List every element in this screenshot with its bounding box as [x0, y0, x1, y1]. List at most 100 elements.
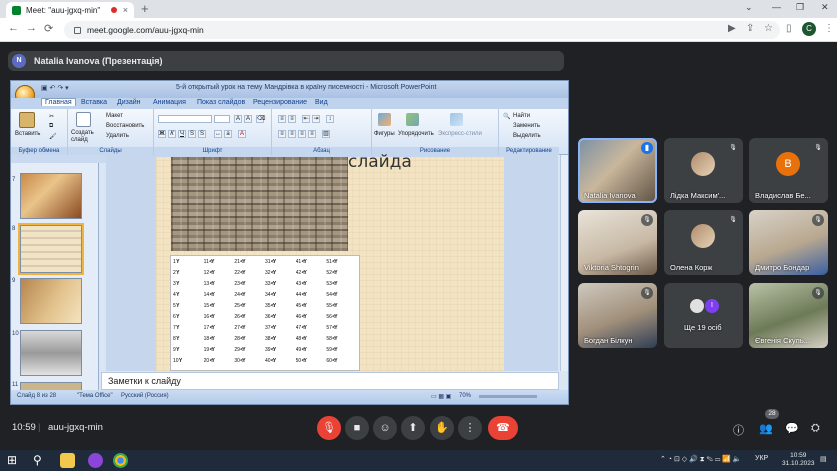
replace-label: Заменить [513, 123, 540, 129]
file-explorer-icon[interactable] [60, 453, 75, 468]
tab-close-icon[interactable]: × [123, 5, 128, 15]
cuneiform-sign-icon: <Y [331, 325, 337, 331]
restore-icon[interactable]: ❐ [796, 2, 804, 13]
number-table-cell: 17 <Y [204, 325, 235, 336]
app-icon[interactable] [88, 453, 103, 468]
new-tab-button[interactable]: + [141, 1, 149, 16]
font-color-icon: A [238, 130, 246, 138]
express-styles-label: Экспресс-стили [438, 131, 482, 137]
number-table-cell: 34 <Y [265, 292, 296, 303]
meeting-code: auu-jgxq-min [48, 422, 103, 433]
microphone-off-icon[interactable]: 🎙 [317, 416, 341, 440]
browser-tab-meet[interactable]: Meet: "auu-jgxq-min" × [6, 2, 134, 18]
taskbar-date: 31.10.2023 [782, 460, 815, 467]
notification-icon[interactable]: ▤ [820, 455, 827, 463]
cuneiform-tablet-texture [171, 157, 348, 251]
cuneiform-sign-icon: <Y [270, 270, 276, 276]
raise-hand-icon[interactable]: ✋ [430, 416, 454, 440]
ppt-title-bar: 5-й открытый урок на тему Мандрівка в кр… [11, 81, 568, 98]
number-table-cell: 32 <Y [265, 270, 296, 281]
cuneiform-sign-icon: <Y [270, 281, 276, 287]
lock-icon [74, 26, 81, 34]
slide-count: Слайд 8 из 28 [17, 393, 57, 399]
present-screen-icon[interactable]: ⬆ [401, 416, 425, 440]
cut-icon: ✂ [49, 114, 55, 120]
number-table-cell: 40 <Y [265, 358, 296, 369]
keyboard-language[interactable]: УКР [755, 455, 768, 462]
participant-tile[interactable]: ▮ Natalia Ivanova [578, 138, 657, 203]
meeting-info-icon[interactable]: ⓘ [733, 422, 744, 438]
emoji-icon[interactable]: ☺ [373, 416, 397, 440]
people-icon[interactable]: 👥 [759, 422, 773, 435]
ppt-status-bar: Слайд 8 из 28 "Тема Office" Русский (Рос… [11, 390, 568, 404]
participant-initial-avatar: B [776, 152, 800, 176]
group-editing-label: Редактирование [499, 147, 559, 155]
number-table-cell: 31 <Y [265, 259, 296, 270]
activities-icon[interactable]: ⛭ [811, 422, 820, 435]
participant-name: Владислав Бе... [755, 191, 811, 200]
zoom-level: 70% [459, 393, 472, 399]
group-editing: 🔍 Найти Заменить Выделить Редактирование [499, 109, 559, 155]
participant-name: Богдан Білкун [584, 336, 633, 345]
restore-label: Восстановить [106, 123, 145, 129]
cuneiform-sign-icon: <Y [209, 281, 215, 287]
tab-search-icon[interactable]: ⌄ [745, 2, 753, 13]
share-icon[interactable]: ⇪ [746, 23, 754, 34]
line-spacing-icon: ↕ [326, 115, 334, 123]
cuneiform-sign-icon: <Y [239, 336, 245, 342]
number-table-cell: 35 <Y [265, 303, 296, 314]
number-table-cell: 39 <Y [265, 347, 296, 358]
figures-label: Фигуры [374, 131, 395, 137]
minimize-icon[interactable]: — [772, 2, 781, 12]
participant-tile[interactable]: 🎙 Лідка Максим'... [664, 138, 743, 203]
cuneiform-sign-icon: <Y [209, 314, 215, 320]
participant-tile[interactable]: 🎙 Олена Корж [664, 210, 743, 275]
end-call-icon[interactable]: ☎ [488, 416, 518, 440]
profile-avatar[interactable]: C [802, 22, 816, 36]
taskbar-time: 10:59 [790, 452, 807, 459]
more-options-icon[interactable]: ⋮ [458, 416, 482, 440]
slides-panel: 7 8 9 10 11 [11, 163, 99, 392]
participant-tile[interactable]: I Ще 19 осіб [664, 283, 743, 348]
side-panel-icon[interactable]: ▯ [786, 23, 792, 34]
number-table-cell: 33 <Y [265, 281, 296, 292]
slide-vertical-scrollbar [560, 155, 568, 371]
back-icon[interactable]: ← [8, 22, 19, 34]
number-table-cell: 27 <Y [234, 325, 265, 336]
participant-photo-avatar [691, 152, 715, 176]
number-table-cell: 50 <Y [296, 358, 327, 369]
number-table-cell: 45 <Y [296, 303, 327, 314]
window-close-icon[interactable]: ✕ [821, 2, 829, 13]
chat-icon[interactable]: 💬 [785, 422, 799, 435]
cuneiform-sign-icon: Y [175, 259, 179, 265]
participant-tile[interactable]: B 🎙 Владислав Бе... [749, 138, 828, 203]
cuneiform-sign-icon: Y [175, 303, 179, 309]
slide-number: 9 [12, 278, 16, 284]
participant-tile[interactable]: 🎙 Viktoria Shtogrin [578, 210, 657, 275]
ppt-tab-home: Главная [41, 98, 76, 106]
mic-off-icon: 🎙 [727, 214, 739, 226]
ppt-tab-view: Вид [315, 99, 328, 106]
cuneiform-sign-icon: <Y [270, 347, 276, 353]
participant-tile[interactable]: 🎙 Богдан Білкун [578, 283, 657, 348]
reload-icon[interactable]: ⟳ [44, 22, 53, 35]
address-bar[interactable]: meet.google.com/auu-jgxq-min [64, 21, 780, 39]
participant-tile[interactable]: 🎙 Дмитро Бондар [749, 210, 828, 275]
windows-start-icon[interactable]: ⊞ [7, 453, 22, 468]
cuneiform-sign-icon: <Y [331, 314, 337, 320]
search-icon[interactable]: ⚲ [33, 453, 48, 468]
justify-icon: ≡ [308, 130, 316, 138]
bookmark-star-icon[interactable]: ☆ [764, 23, 773, 34]
camera-icon[interactable]: ■ [345, 416, 369, 440]
participant-tile[interactable]: 🎙 Євгенія Скуль... [749, 283, 828, 348]
browser-menu-icon[interactable]: ⋮ [824, 23, 834, 34]
group-paragraph: ≡ ≡ ⇤ ⇥ ↕ ≡ ≡ ≡ ≡ ▥ Абзац [272, 109, 372, 155]
number-table-cell: 54 <Y [326, 292, 357, 303]
indent-icon: ⇤ [302, 115, 310, 123]
camera-indicator-icon[interactable]: ▶ [728, 23, 736, 34]
ppt-tab-insert: Вставка [81, 99, 108, 106]
bold-icon: Ж [158, 130, 166, 138]
forward-icon[interactable]: → [26, 22, 37, 34]
chrome-icon[interactable] [113, 453, 128, 468]
select-label: Выделить [513, 133, 541, 139]
